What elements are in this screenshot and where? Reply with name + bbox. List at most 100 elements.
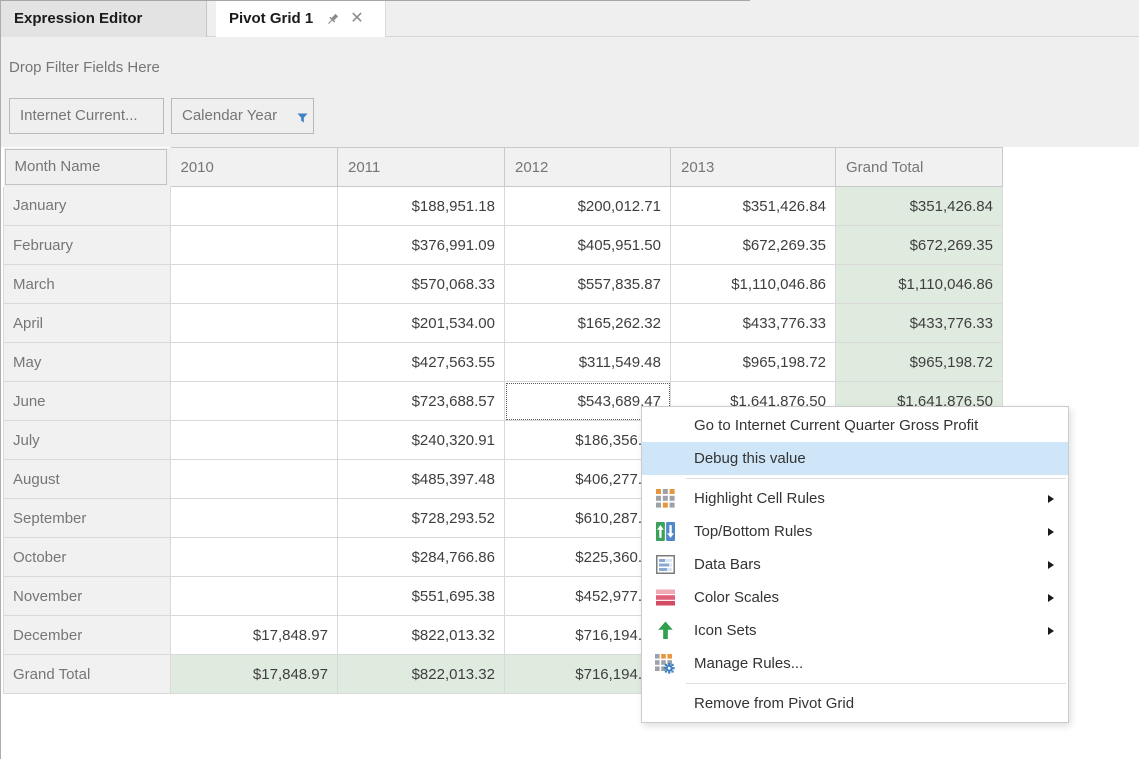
menu-item-top-bottom-rules[interactable]: Top/Bottom Rules	[642, 515, 1068, 548]
row-header-february[interactable]: February	[4, 226, 171, 265]
pivot-cell[interactable]: $728,293.52	[338, 499, 505, 538]
pivot-cell[interactable]: $551,695.38	[338, 577, 505, 616]
tab-pivot-grid-1[interactable]: Pivot Grid 1 ✕	[216, 1, 386, 37]
filter-field-calendar-year[interactable]: Calendar Year	[171, 98, 314, 134]
menu-item-label: Color Scales	[694, 589, 779, 606]
row-header-april[interactable]: April	[4, 304, 171, 343]
pivot-cell[interactable]	[171, 460, 338, 499]
row-header-november[interactable]: November	[4, 577, 171, 616]
pivot-cell[interactable]	[171, 304, 338, 343]
pivot-cell[interactable]	[171, 421, 338, 460]
column-header-2010[interactable]: 2010	[171, 148, 338, 187]
pivot-cell[interactable]	[171, 343, 338, 382]
highlight-cell-rules-icon	[654, 488, 676, 510]
column-header-grand-total[interactable]: Grand Total	[836, 148, 1003, 187]
pivot-cell[interactable]: $284,766.86	[338, 538, 505, 577]
pivot-cell[interactable]	[171, 187, 338, 226]
pivot-cell[interactable]: $557,835.87	[505, 265, 671, 304]
pivot-grid-pane: Drop Filter Fields Here Internet Current…	[0, 37, 1139, 759]
pivot-cell[interactable]	[171, 226, 338, 265]
row-header-october[interactable]: October	[4, 538, 171, 577]
pivot-cell[interactable]: $427,563.55	[338, 343, 505, 382]
pivot-cell[interactable]: $240,320.91	[338, 421, 505, 460]
pivot-cell[interactable]: $351,426.84	[836, 187, 1003, 226]
pivot-cell[interactable]: $351,426.84	[671, 187, 836, 226]
column-header-2013[interactable]: 2013	[671, 148, 836, 187]
row-header-july[interactable]: July	[4, 421, 171, 460]
column-header-2011[interactable]: 2011	[338, 148, 505, 187]
row-header-september[interactable]: September	[4, 499, 171, 538]
column-header-2012[interactable]: 2012	[505, 148, 671, 187]
menu-item-icon-sets[interactable]: Icon Sets	[642, 614, 1068, 647]
pivot-cell[interactable]: $17,848.97	[171, 655, 338, 694]
menu-separator	[686, 683, 1066, 684]
menu-item-label: Go to Internet Current Quarter Gross Pro…	[694, 417, 978, 434]
table-row: January$188,951.18$200,012.71$351,426.84…	[4, 187, 1003, 226]
submenu-arrow-icon	[1048, 627, 1054, 635]
context-menu: Go to Internet Current Quarter Gross Pro…	[641, 406, 1069, 723]
pivot-cell[interactable]: $965,198.72	[836, 343, 1003, 382]
menu-item-manage-rules[interactable]: Manage Rules...	[642, 647, 1068, 680]
pivot-cell[interactable]: $672,269.35	[671, 226, 836, 265]
menu-item-label: Remove from Pivot Grid	[694, 695, 854, 712]
pane-left-border	[0, 0, 1, 759]
pivot-cell[interactable]: $570,068.33	[338, 265, 505, 304]
submenu-arrow-icon	[1048, 561, 1054, 569]
icon-sets-icon	[654, 620, 676, 642]
menu-item-color-scales[interactable]: Color Scales	[642, 581, 1068, 614]
pivot-cell[interactable]: $723,688.57	[338, 382, 505, 421]
pivot-cell[interactable]: $822,013.32	[338, 616, 505, 655]
pivot-cell[interactable]: $965,198.72	[671, 343, 836, 382]
menu-item-label: Top/Bottom Rules	[694, 523, 812, 540]
data-bars-icon	[654, 554, 676, 576]
row-header-may[interactable]: May	[4, 343, 171, 382]
row-header-june[interactable]: June	[4, 382, 171, 421]
row-header-august[interactable]: August	[4, 460, 171, 499]
row-header-january[interactable]: January	[4, 187, 171, 226]
pivot-cell[interactable]: $433,776.33	[836, 304, 1003, 343]
menu-item-debug-this-value[interactable]: Debug this value	[642, 442, 1068, 475]
top-bottom-rules-icon	[654, 521, 676, 543]
column-header-row: Month Name 2010201120122013Grand Total	[4, 148, 1003, 187]
pivot-cell[interactable]: $165,262.32	[505, 304, 671, 343]
pivot-cell[interactable]: $376,991.09	[338, 226, 505, 265]
menu-item-remove-from-pivot-grid[interactable]: Remove from Pivot Grid	[642, 687, 1068, 720]
filter-field-label: Calendar Year	[182, 107, 277, 124]
pivot-cell[interactable]	[171, 382, 338, 421]
table-row: May$427,563.55$311,549.48$965,198.72$965…	[4, 343, 1003, 382]
menu-item-go-to-internet-current-quarter-gross-profit[interactable]: Go to Internet Current Quarter Gross Pro…	[642, 409, 1068, 442]
row-header-march[interactable]: March	[4, 265, 171, 304]
filter-field-internet-current[interactable]: Internet Current...	[9, 98, 164, 134]
pivot-cell[interactable]: $433,776.33	[671, 304, 836, 343]
pivot-cell[interactable]: $485,397.48	[338, 460, 505, 499]
pin-icon[interactable]	[325, 12, 340, 27]
row-header-december[interactable]: December	[4, 616, 171, 655]
menu-item-data-bars[interactable]: Data Bars	[642, 548, 1068, 581]
filter-funnel-icon[interactable]	[297, 103, 308, 137]
row-header-grand-total[interactable]: Grand Total	[4, 655, 171, 694]
submenu-arrow-icon	[1048, 594, 1054, 602]
manage-rules-icon	[654, 653, 676, 675]
pivot-cell[interactable]: $17,848.97	[171, 616, 338, 655]
pivot-cell[interactable]	[171, 265, 338, 304]
pivot-cell[interactable]: $822,013.32	[338, 655, 505, 694]
pivot-cell[interactable]: $672,269.35	[836, 226, 1003, 265]
menu-item-label: Debug this value	[694, 450, 806, 467]
pivot-cell[interactable]: $200,012.71	[505, 187, 671, 226]
menu-item-label: Manage Rules...	[694, 655, 803, 672]
close-icon[interactable]: ✕	[350, 11, 363, 27]
pivot-cell[interactable]: $311,549.48	[505, 343, 671, 382]
pivot-cell[interactable]	[171, 538, 338, 577]
pivot-cell[interactable]: $1,110,046.86	[671, 265, 836, 304]
month-name-field[interactable]: Month Name	[5, 149, 167, 185]
tab-expression-editor[interactable]: Expression Editor	[0, 1, 207, 37]
pivot-cell[interactable]	[171, 499, 338, 538]
pivot-cell[interactable]: $405,951.50	[505, 226, 671, 265]
pivot-cell[interactable]: $201,534.00	[338, 304, 505, 343]
tab-label: Expression Editor	[14, 10, 142, 27]
pivot-cell[interactable]	[171, 577, 338, 616]
menu-item-label: Data Bars	[694, 556, 761, 573]
menu-item-highlight-cell-rules[interactable]: Highlight Cell Rules	[642, 482, 1068, 515]
pivot-cell[interactable]: $1,110,046.86	[836, 265, 1003, 304]
pivot-cell[interactable]: $188,951.18	[338, 187, 505, 226]
